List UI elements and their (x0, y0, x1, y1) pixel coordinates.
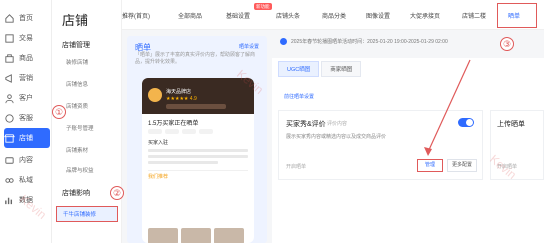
step-marker-3: ③ (500, 37, 514, 51)
step-marker-1: ① (52, 105, 66, 119)
annotation-arrow (424, 59, 471, 156)
step-marker-2: ② (110, 186, 124, 200)
